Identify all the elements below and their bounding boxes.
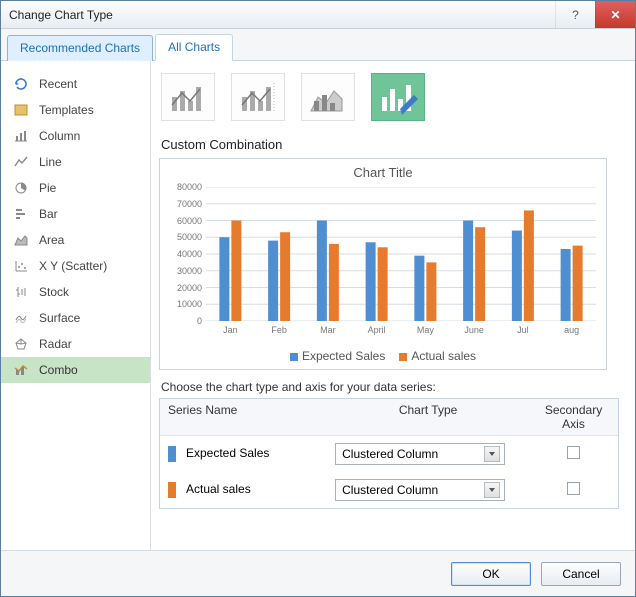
titlebar: Change Chart Type ? ✕ <box>1 1 635 29</box>
cancel-button[interactable]: Cancel <box>541 562 621 586</box>
chart-category-sidebar: Recent Templates Column Line Pie Bar <box>1 61 151 550</box>
sidebar-item-bar[interactable]: Bar <box>1 201 150 227</box>
sidebar-item-label: Stock <box>39 285 69 299</box>
legend-item-actual: Actual sales <box>399 349 476 363</box>
titlebar-buttons: ? ✕ <box>555 1 635 28</box>
legend-item-expected: Expected Sales <box>290 349 385 363</box>
scatter-icon <box>13 258 29 274</box>
combo-style-3[interactable] <box>301 73 355 121</box>
combo-icon <box>13 362 29 378</box>
secondary-axis-checkbox[interactable] <box>567 482 580 495</box>
sidebar-item-surface[interactable]: Surface <box>1 305 150 331</box>
sidebar-item-label: Surface <box>39 311 80 325</box>
pie-icon <box>13 180 29 196</box>
chart-type-dropdown[interactable]: Clustered Column <box>335 443 505 465</box>
sidebar-item-label: Radar <box>39 337 72 351</box>
sidebar-item-label: Area <box>39 233 64 247</box>
tabstrip: Recommended Charts All Charts <box>1 29 635 61</box>
sidebar-item-label: Bar <box>39 207 58 221</box>
series-color-swatch <box>168 482 176 498</box>
help-button[interactable]: ? <box>555 1 595 28</box>
header-chart-type: Chart Type <box>327 399 529 435</box>
chevron-down-icon <box>484 482 500 498</box>
change-chart-type-dialog: Change Chart Type ? ✕ Recommended Charts… <box>0 0 636 597</box>
chart-plot-area <box>206 187 596 321</box>
sidebar-item-column[interactable]: Column <box>1 123 150 149</box>
combo-style-row <box>159 69 619 133</box>
sidebar-item-label: X Y (Scatter) <box>39 259 107 273</box>
series-name-cell: Actual sales <box>160 478 327 502</box>
area-icon <box>13 232 29 248</box>
combo-style-custom[interactable] <box>371 73 425 121</box>
series-name-cell: Expected Sales <box>160 442 327 466</box>
chart-x-axis: JanFebMarAprilMayJuneJulaug <box>206 325 596 339</box>
combo-style-2[interactable] <box>231 73 285 121</box>
sidebar-item-label: Pie <box>39 181 56 195</box>
series-row: Expected Sales Clustered Column <box>160 436 618 472</box>
tab-all-charts[interactable]: All Charts <box>155 34 233 61</box>
sidebar-item-radar[interactable]: Radar <box>1 331 150 357</box>
sidebar-item-recent[interactable]: Recent <box>1 71 150 97</box>
chart-y-axis: 0100002000030000400005000060000700008000… <box>164 187 204 321</box>
dialog-body: Recent Templates Column Line Pie Bar <box>1 61 635 550</box>
main-panel: Custom Combination Chart Title 010000200… <box>151 61 635 550</box>
ok-button[interactable]: OK <box>451 562 531 586</box>
sidebar-item-label: Combo <box>39 363 78 377</box>
tab-recommended[interactable]: Recommended Charts <box>7 35 153 61</box>
dialog-footer: OK Cancel <box>1 550 635 596</box>
secondary-axis-checkbox[interactable] <box>567 446 580 459</box>
surface-icon <box>13 310 29 326</box>
sidebar-item-combo[interactable]: Combo <box>1 357 150 383</box>
close-button[interactable]: ✕ <box>595 1 635 28</box>
series-instruction: Choose the chart type and axis for your … <box>159 370 619 398</box>
sidebar-item-label: Line <box>39 155 62 169</box>
sidebar-item-stock[interactable]: Stock <box>1 279 150 305</box>
series-row: Actual sales Clustered Column <box>160 472 618 508</box>
header-series-name: Series Name <box>160 399 327 435</box>
radar-icon <box>13 336 29 352</box>
close-icon: ✕ <box>610 8 620 22</box>
help-icon: ? <box>572 8 579 22</box>
templates-icon <box>13 102 29 118</box>
series-color-swatch <box>168 446 176 462</box>
chart-title: Chart Title <box>160 159 606 182</box>
line-icon <box>13 154 29 170</box>
column-icon <box>13 128 29 144</box>
section-title: Custom Combination <box>159 133 619 158</box>
header-secondary-axis: Secondary Axis <box>529 399 618 435</box>
sidebar-item-label: Recent <box>39 77 77 91</box>
stock-icon <box>13 284 29 300</box>
sidebar-item-templates[interactable]: Templates <box>1 97 150 123</box>
series-table: Series Name Chart Type Secondary Axis Ex… <box>159 398 619 509</box>
combo-style-1[interactable] <box>161 73 215 121</box>
sidebar-item-line[interactable]: Line <box>1 149 150 175</box>
sidebar-item-label: Column <box>39 129 80 143</box>
bar-icon <box>13 206 29 222</box>
sidebar-item-area[interactable]: Area <box>1 227 150 253</box>
sidebar-item-scatter[interactable]: X Y (Scatter) <box>1 253 150 279</box>
chart-type-dropdown[interactable]: Clustered Column <box>335 479 505 501</box>
window-title: Change Chart Type <box>9 8 113 22</box>
sidebar-item-pie[interactable]: Pie <box>1 175 150 201</box>
sidebar-item-label: Templates <box>39 103 94 117</box>
chart-preview[interactable]: Chart Title 0100002000030000400005000060… <box>159 158 607 370</box>
chart-legend: Expected Sales Actual sales <box>160 349 606 363</box>
series-table-header: Series Name Chart Type Secondary Axis <box>160 399 618 436</box>
chevron-down-icon <box>484 446 500 462</box>
recent-icon <box>13 76 29 92</box>
